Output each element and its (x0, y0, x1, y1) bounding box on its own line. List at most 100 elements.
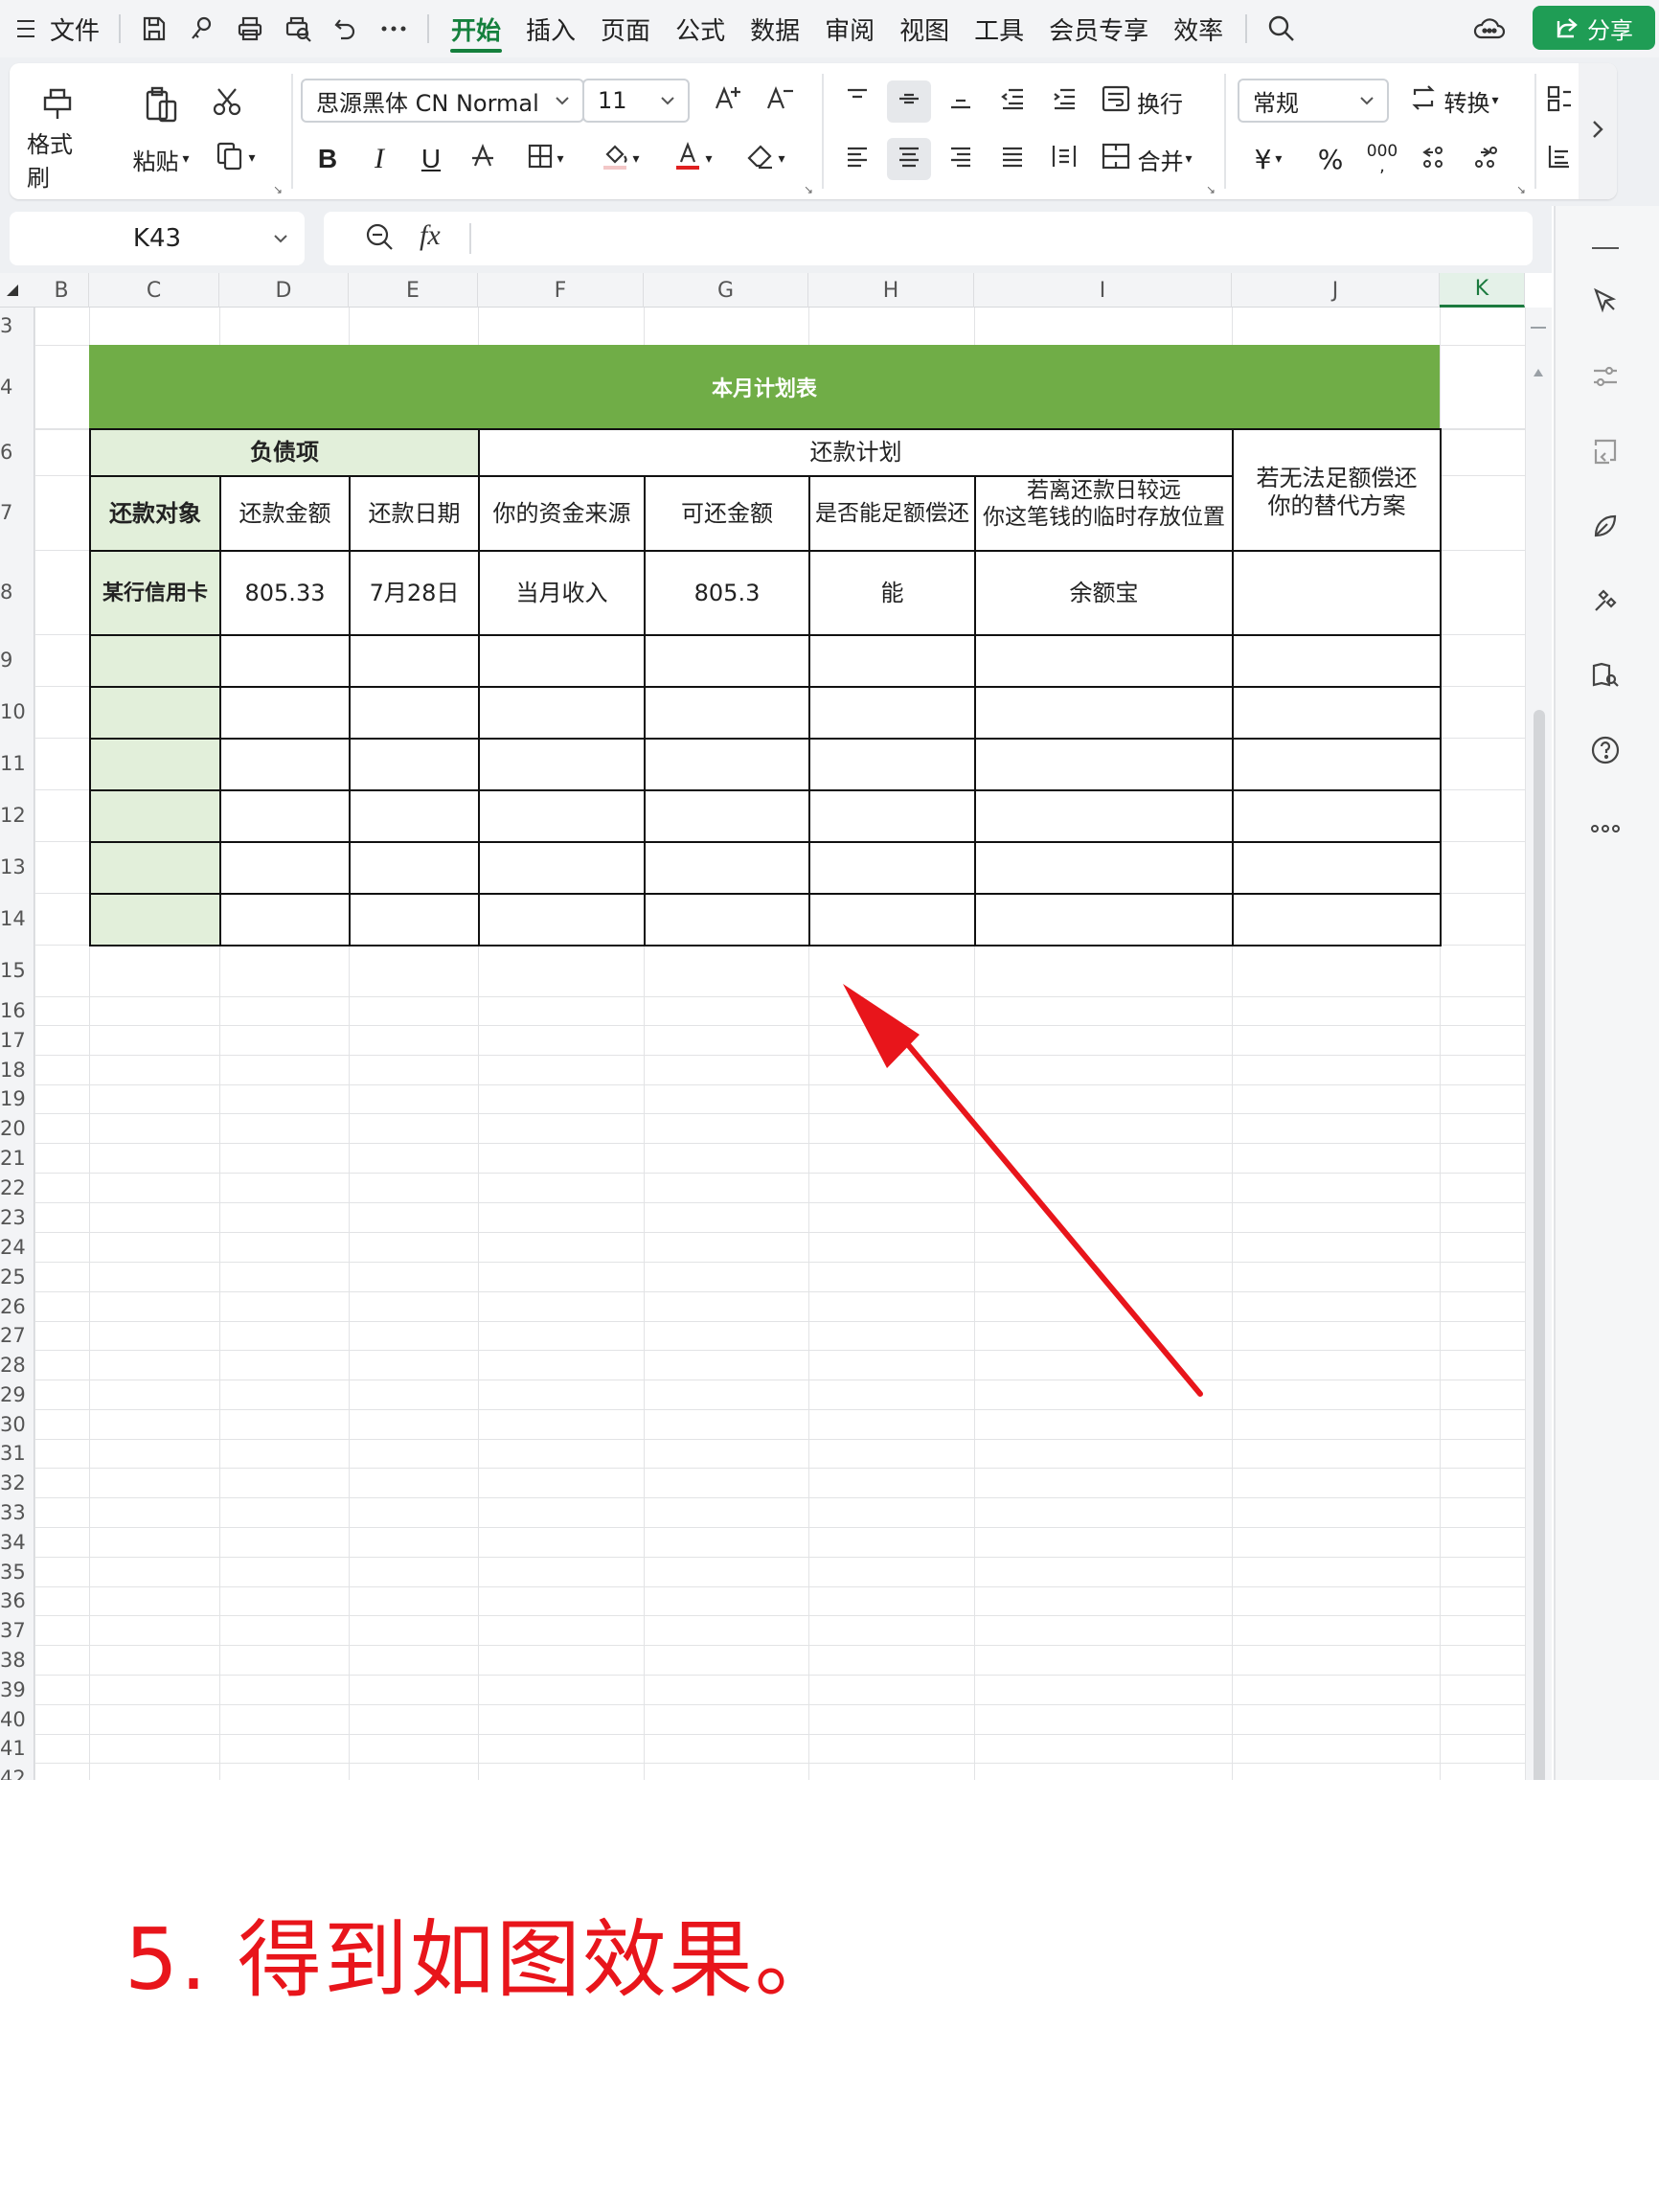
row-header-41[interactable]: 41 (0, 1734, 34, 1763)
font-size-select[interactable]: 11 (582, 79, 690, 123)
table-cell[interactable] (974, 634, 1234, 688)
clear-format-button[interactable]: ▾ (736, 138, 795, 180)
column-header-i[interactable]: I (974, 273, 1232, 308)
table-cell[interactable] (349, 841, 480, 895)
table-cell[interactable] (1232, 789, 1442, 843)
row-header-4[interactable]: 4 (0, 345, 34, 428)
table-cell[interactable] (974, 841, 1234, 895)
header-alternative-plan[interactable]: 若无法足额偿还 你的替代方案 (1232, 428, 1442, 552)
select-all-icon[interactable] (6, 283, 19, 301)
table-cell[interactable] (478, 634, 646, 688)
column-header-cell[interactable]: 可还金额 (644, 475, 810, 552)
row-header-13[interactable]: 13 (0, 841, 34, 893)
align-middle-button[interactable] (887, 80, 931, 123)
column-header-f[interactable]: F (478, 273, 644, 308)
column-header-cell[interactable]: 若离还款日较远 你这笔钱的临时存放位置 (974, 475, 1234, 552)
row-header-19[interactable]: 19 (0, 1084, 34, 1113)
table-cell[interactable] (89, 738, 221, 791)
insert-function-button[interactable]: fx (420, 219, 441, 252)
row-header-25[interactable]: 25 (0, 1262, 34, 1291)
align-right-button[interactable] (939, 138, 983, 180)
tab-data[interactable]: 数据 (738, 0, 812, 57)
collapse-sidebar-button[interactable] (1586, 225, 1625, 263)
table-cell[interactable] (644, 893, 810, 946)
table-cell[interactable] (808, 789, 976, 843)
ai-assistant-button[interactable] (1586, 509, 1625, 547)
table-cell[interactable] (89, 789, 221, 843)
table-cell[interactable] (808, 686, 976, 740)
fill-color-button[interactable]: ▾ (590, 138, 649, 180)
table-cell[interactable]: 当月收入 (478, 550, 646, 636)
row-header-10[interactable]: 10 (0, 686, 34, 738)
table-cell[interactable] (1232, 893, 1442, 946)
table-cell[interactable] (219, 789, 351, 843)
more-button[interactable] (370, 0, 418, 57)
formula-input-area[interactable]: fx (324, 212, 1533, 265)
file-menu[interactable]: 文件 (0, 0, 109, 57)
table-cell[interactable] (89, 893, 221, 946)
row-header-34[interactable]: 34 (0, 1527, 34, 1557)
help-button[interactable] (1586, 733, 1625, 771)
scroll-up-icon[interactable] (1533, 363, 1544, 381)
underline-button[interactable]: U (410, 138, 452, 180)
table-cell[interactable] (1232, 550, 1442, 636)
bold-button[interactable]: B (307, 138, 349, 180)
table-cell[interactable] (478, 841, 646, 895)
row-header-17[interactable]: 17 (0, 1025, 34, 1055)
justify-button[interactable] (990, 138, 1034, 180)
share-button[interactable]: 分享 (1533, 6, 1655, 50)
name-box[interactable]: K43 (10, 212, 305, 265)
expand-corner-icon[interactable]: ↘ (1513, 182, 1529, 197)
table-cell[interactable] (219, 893, 351, 946)
table-cell[interactable] (478, 789, 646, 843)
table-title[interactable]: 本月计划表 (89, 345, 1440, 428)
scrollbar-thumb[interactable] (1534, 710, 1545, 1780)
table-cell[interactable] (974, 738, 1234, 791)
italic-button[interactable]: I (358, 138, 400, 180)
row-header-20[interactable]: 20 (0, 1113, 34, 1143)
select-tool-button[interactable] (1586, 285, 1625, 323)
table-cell[interactable] (478, 738, 646, 791)
column-header-j[interactable]: J (1232, 273, 1440, 308)
column-header-cell[interactable]: 还款金额 (219, 475, 351, 552)
table-cell[interactable] (349, 738, 480, 791)
row-header-3[interactable]: 3 (0, 307, 34, 345)
row-header-9[interactable]: 9 (0, 634, 34, 686)
row-header-18[interactable]: 18 (0, 1055, 34, 1084)
tab-insert[interactable]: 插入 (513, 0, 588, 57)
font-color-button[interactable]: ▾ (663, 138, 722, 180)
border-button[interactable]: ▾ (515, 138, 575, 180)
copy-button[interactable]: ▾ (203, 136, 266, 180)
table-cell[interactable]: 805.33 (219, 550, 351, 636)
table-cell[interactable] (1232, 738, 1442, 791)
merge-button[interactable]: 合并 ▾ (1094, 138, 1199, 180)
print-button[interactable] (226, 0, 274, 57)
table-cell[interactable] (219, 634, 351, 688)
font-name-select[interactable]: 思源黑体 CN Normal (301, 79, 584, 123)
row-header-23[interactable]: 23 (0, 1202, 34, 1232)
table-cell[interactable] (1232, 841, 1442, 895)
table-cell[interactable] (478, 686, 646, 740)
row-header-6[interactable]: 6 (0, 429, 34, 475)
row-header-35[interactable]: 35 (0, 1557, 34, 1586)
row-header-12[interactable]: 12 (0, 789, 34, 841)
table-cell[interactable]: 某行信用卡 (89, 550, 221, 636)
table-cell[interactable] (644, 841, 810, 895)
cloud-button[interactable] (1464, 0, 1515, 57)
row-header-28[interactable]: 28 (0, 1350, 34, 1380)
table-cell[interactable]: 7月28日 (349, 550, 480, 636)
sidebar-more-button[interactable] (1586, 808, 1625, 846)
row-header-27[interactable]: 27 (0, 1321, 34, 1350)
table-cell[interactable]: 805.3 (644, 550, 810, 636)
row-header-14[interactable]: 14 (0, 893, 34, 945)
tab-member[interactable]: 会员专享 (1036, 0, 1161, 57)
row-header-26[interactable]: 26 (0, 1291, 34, 1321)
print-preview-button[interactable] (274, 0, 322, 57)
number-format-select[interactable]: 常规 (1238, 79, 1389, 123)
cut-button[interactable] (203, 82, 251, 126)
table-cell[interactable] (808, 634, 976, 688)
ribbon-scroll-right-button[interactable] (1579, 63, 1617, 199)
row-header-7[interactable]: 7 (0, 475, 34, 550)
align-top-button[interactable] (835, 80, 879, 123)
percent-button[interactable]: % (1308, 138, 1352, 180)
